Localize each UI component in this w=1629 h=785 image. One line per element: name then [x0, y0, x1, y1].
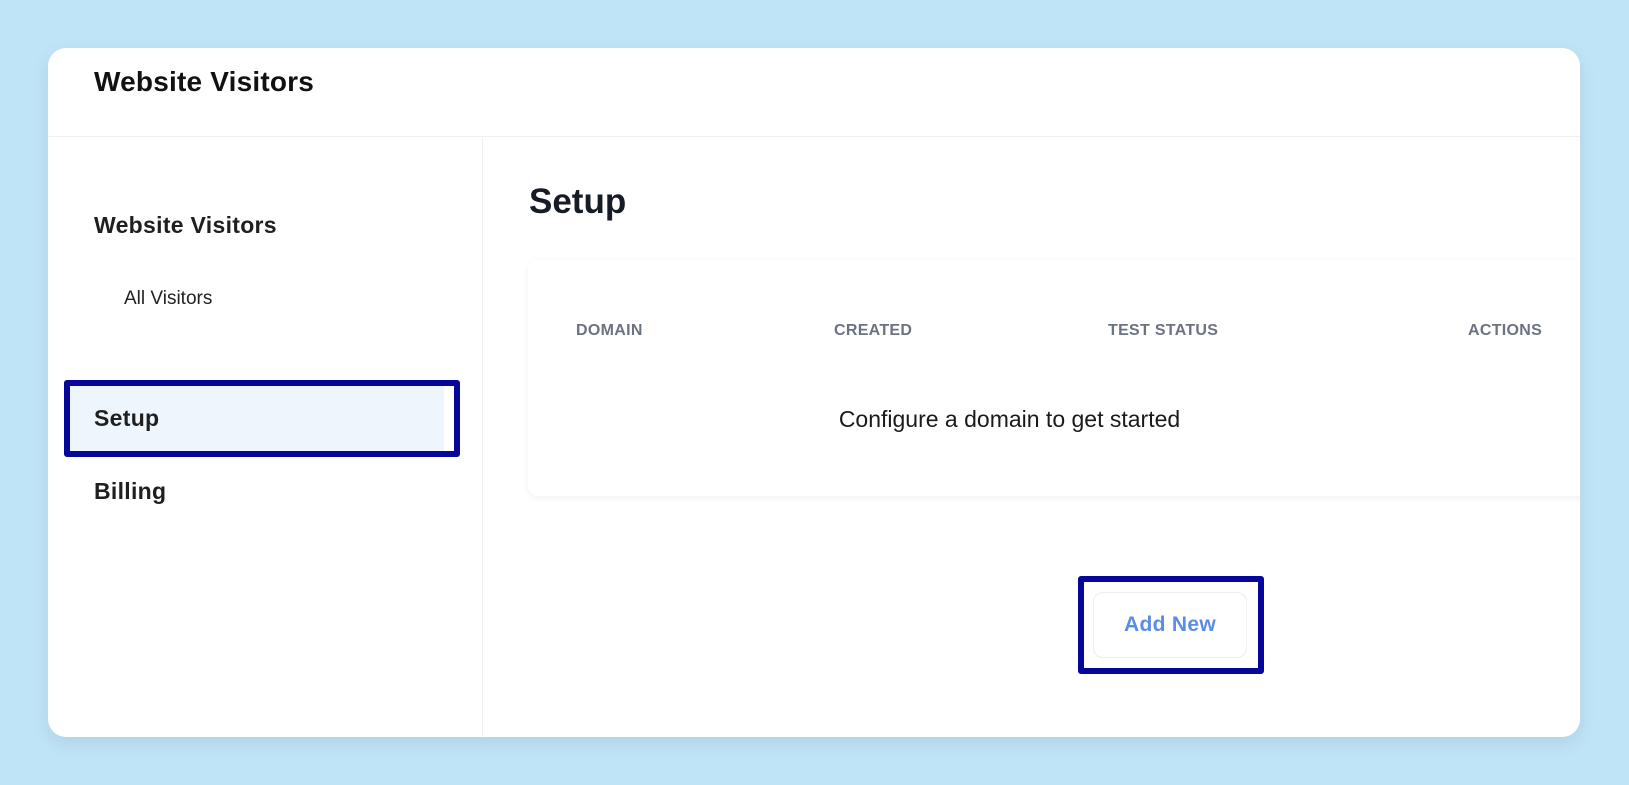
sidebar-section-title: Website Visitors — [94, 212, 277, 238]
column-header-domain: DOMAIN — [576, 322, 643, 339]
sidebar-item-label: Billing — [94, 478, 167, 504]
sidebar: Website Visitors All Visitors Setup Bill… — [48, 138, 483, 737]
column-header-created: CREATED — [834, 322, 913, 339]
table-empty-message: Configure a domain to get started — [838, 406, 1181, 432]
sidebar-item-setup[interactable]: Setup — [64, 380, 460, 457]
sidebar-item-billing[interactable]: Billing — [64, 458, 460, 518]
column-header-actions: ACTIONS — [1468, 322, 1543, 339]
app-window: Website Visitors Website Visitors All Vi… — [48, 48, 1580, 737]
main-content: Setup DOMAIN CREATED TEST STATUS ACTIONS… — [484, 138, 1580, 737]
sidebar-item-all-visitors[interactable]: All Visitors — [124, 288, 212, 310]
app-header: Website Visitors — [48, 48, 1580, 137]
domains-table: DOMAIN CREATED TEST STATUS ACTIONS Confi… — [528, 260, 1580, 496]
add-new-highlight: Add New — [1078, 576, 1264, 674]
add-new-button[interactable]: Add New — [1093, 592, 1247, 658]
sidebar-item-label: Setup — [94, 405, 160, 431]
app-title: Website Visitors — [94, 66, 315, 97]
column-header-test-status: TEST STATUS — [1108, 322, 1219, 339]
page-title: Setup — [529, 182, 627, 221]
